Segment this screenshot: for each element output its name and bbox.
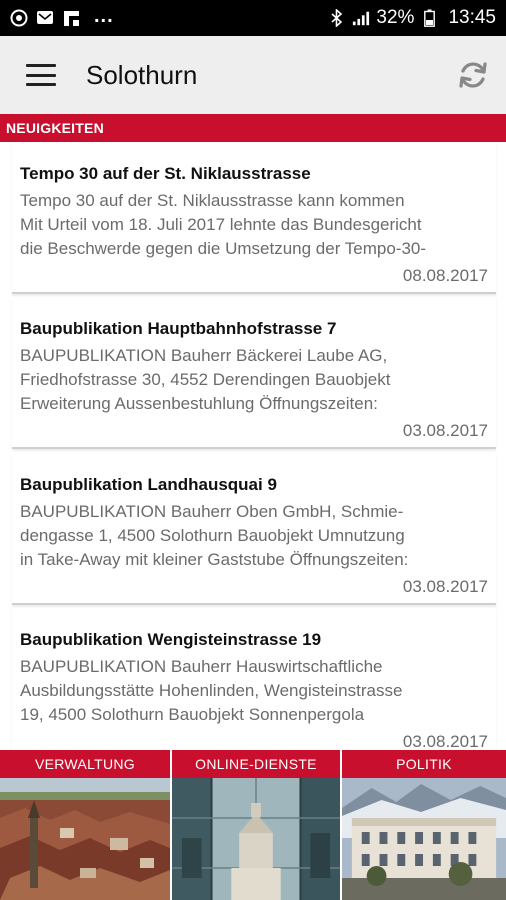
tile-label: POLITIK [342,750,506,778]
news-title: Tempo 30 auf der St. Niklausstrasse [20,164,311,183]
town-hall-image [342,778,506,900]
glass-building-cathedral-image [172,778,340,900]
tile-verwaltung[interactable]: VERWALTUNG [0,750,170,900]
news-date: 03.08.2017 [402,577,488,596]
news-excerpt-line: 19, 4500 Solothurn Bauobjekt Sonnenpergo… [20,705,365,724]
message-icon [36,9,54,27]
hamburger-menu-icon[interactable] [26,64,56,86]
news-excerpt-line: BAUPUBLIKATION Bauherr Bäckerei Laube AG… [20,346,388,365]
refresh-icon[interactable] [456,58,490,92]
news-title: Baupublikation Wengisteinstrasse 19 [20,630,322,649]
news-list[interactable]: Tempo 30 auf der St. Niklausstrasse Temp… [0,142,506,750]
news-excerpt-line: die Beschwerde gegen die Umsetzung der T… [20,239,427,258]
tile-label: VERWALTUNG [0,750,170,778]
news-excerpt-line: Erweiterung Aussenbestuhlung Öffnungszei… [20,394,378,413]
tile-politik[interactable]: POLITIK [340,750,506,900]
tile-online-dienste[interactable]: ONLINE-DIENSTE [170,750,340,900]
sync-circle-icon [10,9,28,27]
status-right: 32% 13:45 [328,7,496,29]
page-title: Solothurn [86,59,198,90]
old-town-rooftops-image [0,778,170,900]
news-excerpt: BAUPUBLIKATION Bauherr Hauswirtschaftlic… [20,655,492,727]
news-excerpt-line: Ausbildungsstätte Hohenlinden, Wengistei… [20,681,403,700]
app-bar: Solothurn [0,36,506,114]
news-date: 03.08.2017 [402,732,488,750]
news-item[interactable]: Baupublikation Wengisteinstrasse 19 BAUP… [12,608,496,750]
news-excerpt-line: BAUPUBLIKATION Bauherr Hauswirtschaftlic… [20,657,383,676]
news-excerpt: BAUPUBLIKATION Bauherr Oben GmbH, Schmie… [20,500,492,572]
news-excerpt-line: in Take-Away mit kleiner Gaststube Öffnu… [20,550,409,569]
status-time: 13:45 [448,7,496,28]
news-excerpt-line: dengasse 1, 4500 Solothurn Bauobjekt Umn… [20,526,405,545]
news-date: 08.08.2017 [402,266,488,285]
battery-percent: 32% [376,7,415,28]
news-item[interactable]: Baupublikation Hauptbahnhofstrasse 7 BAU… [12,297,496,449]
bluetooth-icon [328,9,346,27]
news-title: Baupublikation Landhausquai 9 [20,475,277,494]
bottom-tiles: VERWALTUNG ONLINE-DIENSTE POLITIK [0,750,506,900]
status-more: ... [94,5,114,27]
battery-icon [420,9,438,27]
section-header-news: NEUIGKEITEN [0,114,506,142]
news-excerpt-line: Tempo 30 auf der St. Niklausstrasse kann… [20,191,405,210]
tile-label: ONLINE-DIENSTE [172,750,340,778]
news-title: Baupublikation Hauptbahnhofstrasse 7 [20,319,337,338]
news-excerpt: BAUPUBLIKATION Bauherr Bäckerei Laube AG… [20,344,492,416]
flipboard-icon [62,9,80,27]
status-left-icons: ... [10,5,114,27]
signal-icon [352,9,370,27]
news-item[interactable]: Baupublikation Landhausquai 9 BAUPUBLIKA… [12,453,496,605]
news-excerpt-line: BAUPUBLIKATION Bauherr Oben GmbH, Schmie… [20,502,404,521]
status-bar: ... 32% 13:45 [0,0,506,36]
news-item[interactable]: Tempo 30 auf der St. Niklausstrasse Temp… [12,142,496,294]
news-excerpt-line: Mit Urteil vom 18. Juli 2017 lehnte das … [20,215,422,234]
news-date: 03.08.2017 [402,421,488,440]
news-excerpt-line: Friedhofstrasse 30, 4552 Derendingen Bau… [20,370,391,389]
news-excerpt: Tempo 30 auf der St. Niklausstrasse kann… [20,189,492,261]
